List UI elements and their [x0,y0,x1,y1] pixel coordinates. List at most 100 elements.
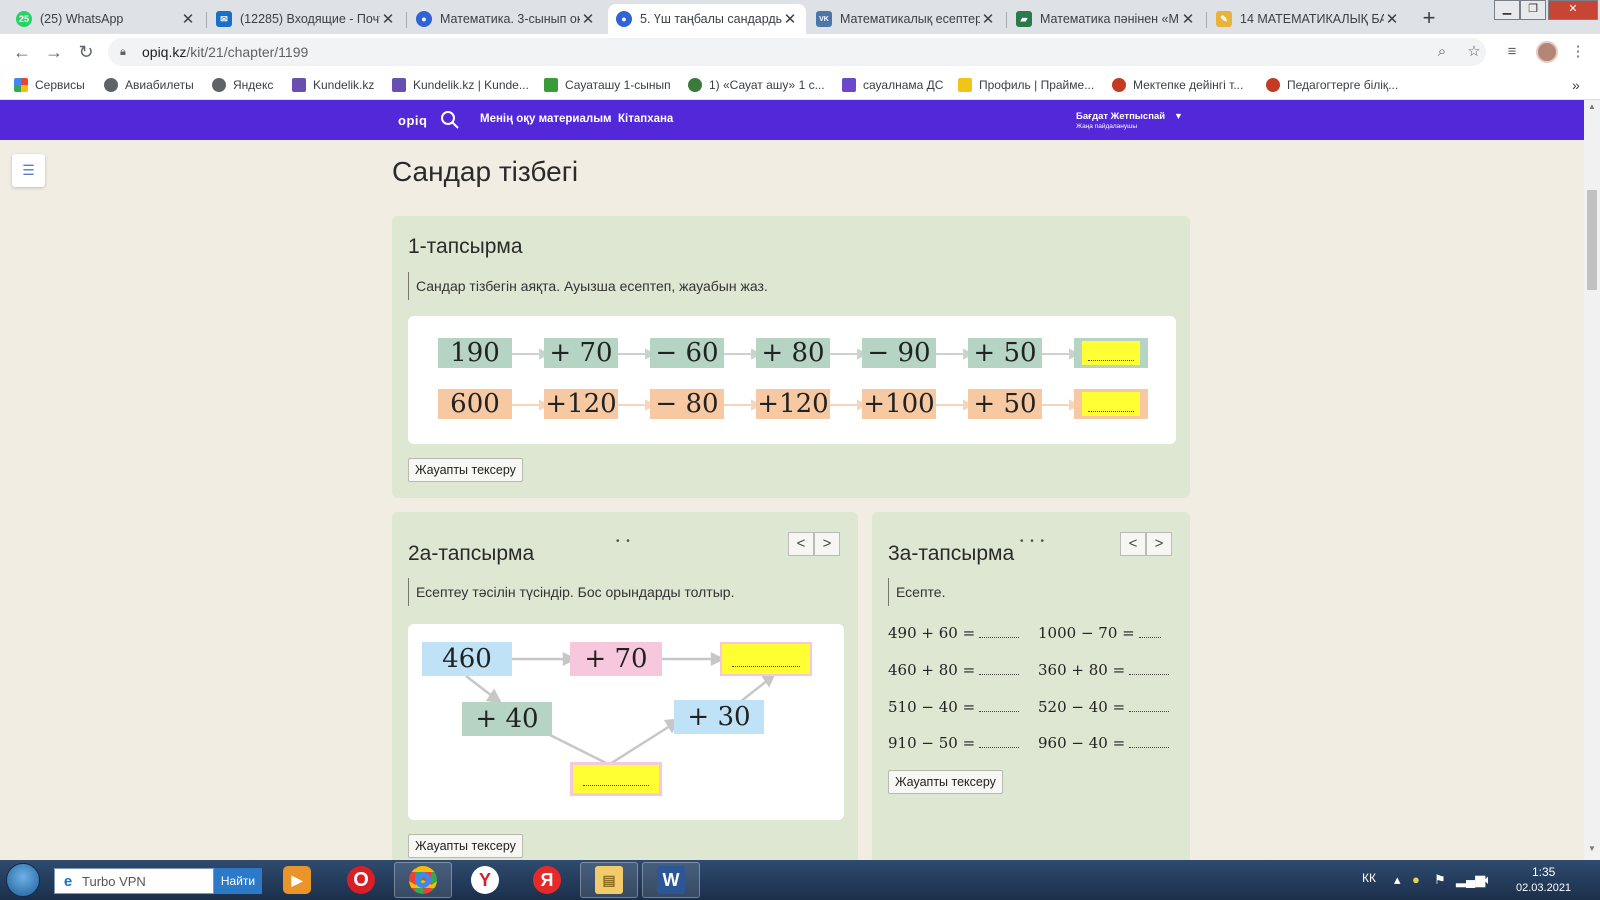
table-of-contents-button[interactable]: ☰ [12,154,45,187]
carousel-dots[interactable]: • • [616,536,632,547]
user-name[interactable]: Бағдат Жетпыспай [1076,111,1165,122]
answer-blank[interactable] [979,637,1020,638]
scroll-down-icon[interactable]: ▼ [1584,844,1600,858]
taskbar-search-box[interactable]: e Turbo VPN [54,868,214,894]
opiq-logo[interactable]: opiq [398,113,427,128]
minimize-button[interactable]: ▁ [1494,0,1520,20]
media-player-app[interactable]: ▶ [268,862,326,898]
chevron-down-icon[interactable]: ▼ [1174,111,1183,121]
scroll-up-icon[interactable]: ▲ [1584,102,1600,116]
close-tab-icon[interactable]: ✕ [380,10,396,28]
word-app[interactable]: W [642,862,700,898]
volume-icon[interactable]: 🔈︎ [1484,872,1492,888]
chevron-left-icon[interactable]: < [1120,532,1146,556]
new-tab-button[interactable]: + [1416,6,1442,32]
answer-blank[interactable] [979,674,1020,675]
nav-my-materials[interactable]: Менің оқу материалым [480,113,612,125]
bookmark-services[interactable]: Сервисы [14,76,85,94]
chevron-right-icon[interactable]: > [814,532,840,556]
clock-time[interactable]: 1:35 [1532,865,1555,879]
carousel-dots[interactable]: • • • [1020,536,1046,547]
check-answer-button[interactable]: Жауапты тексеру [408,834,523,858]
scrollbar-thumb[interactable] [1587,190,1597,290]
tab-whatsapp[interactable]: 25 (25) WhatsApp ✕ [8,4,204,34]
task-1-card: 1-тапсырма Сандар тізбегін аяқта. Ауызша… [392,216,1190,498]
chevron-right-icon[interactable]: > [1146,532,1172,556]
answer-blank[interactable] [979,711,1020,712]
zoom-icon[interactable]: ⌕ [1432,42,1452,62]
chevron-left-icon[interactable]: < [788,532,814,556]
reading-list-icon[interactable]: ≡ [1502,42,1522,62]
show-hidden-icons[interactable]: ▴ [1394,872,1401,888]
profile-avatar[interactable] [1536,41,1558,63]
close-tab-icon[interactable]: ✕ [1384,10,1400,28]
bookmark-kundelik-2[interactable]: Kundelik.kz | Kunde... [392,76,529,94]
tab-math-grade3[interactable]: ● Математика. 3-сынып ок ✕ [408,4,604,34]
equation-text: 490 + 60 = [888,624,976,642]
vpn-tray-icon[interactable]: ● [1412,872,1420,887]
bookmark-teachers[interactable]: Педагогтерге біліқ... [1266,76,1398,94]
sequence-1-step: + 80 [756,338,830,368]
check-answer-button[interactable]: Жауапты тексеру [888,770,1003,794]
sequence-2-answer-input[interactable] [1082,392,1140,416]
answer-blank[interactable] [1138,637,1161,638]
answer-blank[interactable] [1129,747,1170,748]
tab-mail[interactable]: ✉ (12285) Входящие - Почт ✕ [208,4,404,34]
opera-app[interactable]: O [332,862,390,898]
bookmark-kundelik[interactable]: Kundelik.kz [292,76,374,94]
sequence-1-step: − 90 [862,338,936,368]
nav-library[interactable]: Кітапхана [618,113,673,125]
forward-icon[interactable]: → [42,41,66,65]
close-tab-icon[interactable]: ✕ [782,10,798,28]
sequence-1-step: + 50 [968,338,1042,368]
page-content: opiq Менің оқу материалым Кітапхана Бағд… [0,100,1584,860]
yandex-app[interactable]: Я [518,862,576,898]
tab-math-subject[interactable]: ▰ Математика пәнінен «М ✕ [1008,4,1204,34]
close-window-button[interactable]: ✕ [1548,0,1598,20]
bookmark-preschool[interactable]: Мектепке дейінгі т... [1112,76,1243,94]
bookmark-primeprofile[interactable]: Профиль | Прайме... [958,76,1094,94]
bookmark-star-icon[interactable]: ☆ [1464,42,1484,62]
bookmark-sauat-ashu[interactable]: 1) «Сауат ашу» 1 с... [688,76,825,94]
explorer-app[interactable]: ▤ [580,862,638,898]
answer-blank[interactable] [1129,711,1170,712]
action-center-flag-icon[interactable]: ⚑ [1434,872,1446,888]
back-icon[interactable]: ← [10,41,34,65]
close-tab-icon[interactable]: ✕ [580,10,596,28]
bookmark-label: Педагогтерге біліқ... [1287,78,1399,92]
answer-blank[interactable] [979,747,1020,748]
sequence-2-step: +120 [544,389,618,419]
task-3a-instruction: Есепте. [888,578,945,606]
chrome-app[interactable] [394,862,452,898]
final-answer-input[interactable] [720,642,812,676]
yandex-browser-app[interactable]: Y [456,862,514,898]
bookmark-sauatashu[interactable]: Сауаташу 1-сынып [544,76,671,94]
equation-right-2: 360 + 80 = [1038,661,1170,679]
bookmark-yandex[interactable]: Яндекс [212,76,273,94]
search-icon[interactable] [440,110,460,130]
bookmark-aviatickets[interactable]: Авиабилеты [104,76,194,94]
address-bar[interactable]: 🔒︎ opiq.kz/kit/21/chapter/1199 [108,38,1486,66]
more-bookmarks-icon[interactable]: » [1572,76,1580,94]
close-tab-icon[interactable]: ✕ [980,10,996,28]
answer-blank[interactable] [1129,674,1170,675]
maximize-button[interactable]: ❐ [1520,0,1546,20]
close-tab-icon[interactable]: ✕ [180,10,196,28]
tab-active-three-digit[interactable]: ● 5. Үш таңбалы сандарды ✕ [608,4,806,34]
bookmark-saualnama[interactable]: сауалнама ДС [842,76,943,94]
close-tab-icon[interactable]: ✕ [1180,10,1196,28]
reload-icon[interactable]: ↻ [74,41,98,65]
clock-date[interactable]: 02.03.2021 [1516,882,1571,894]
page-scrollbar[interactable]: ▲ ▼ [1584,100,1600,860]
intermediate-answer-input[interactable] [570,762,662,796]
check-answer-button[interactable]: Жауапты тексеру [408,458,523,482]
start-button[interactable] [6,863,40,897]
search-button[interactable]: Найти [214,868,262,894]
bookmark-label: 1) «Сауат ашу» 1 с... [709,78,825,92]
language-indicator[interactable]: КК [1362,871,1376,885]
sequence-1-answer-input[interactable] [1082,341,1140,365]
tab-14-math[interactable]: ✎ 14 МАТЕМАТИКАЛЫҚ БА ✕ [1208,4,1408,34]
tab-vk-math[interactable]: VK Математикалық есептер ✕ [808,4,1004,34]
network-signal-icon[interactable]: ▂▄▆ [1456,872,1485,888]
menu-icon[interactable]: ⋮ [1568,42,1588,62]
